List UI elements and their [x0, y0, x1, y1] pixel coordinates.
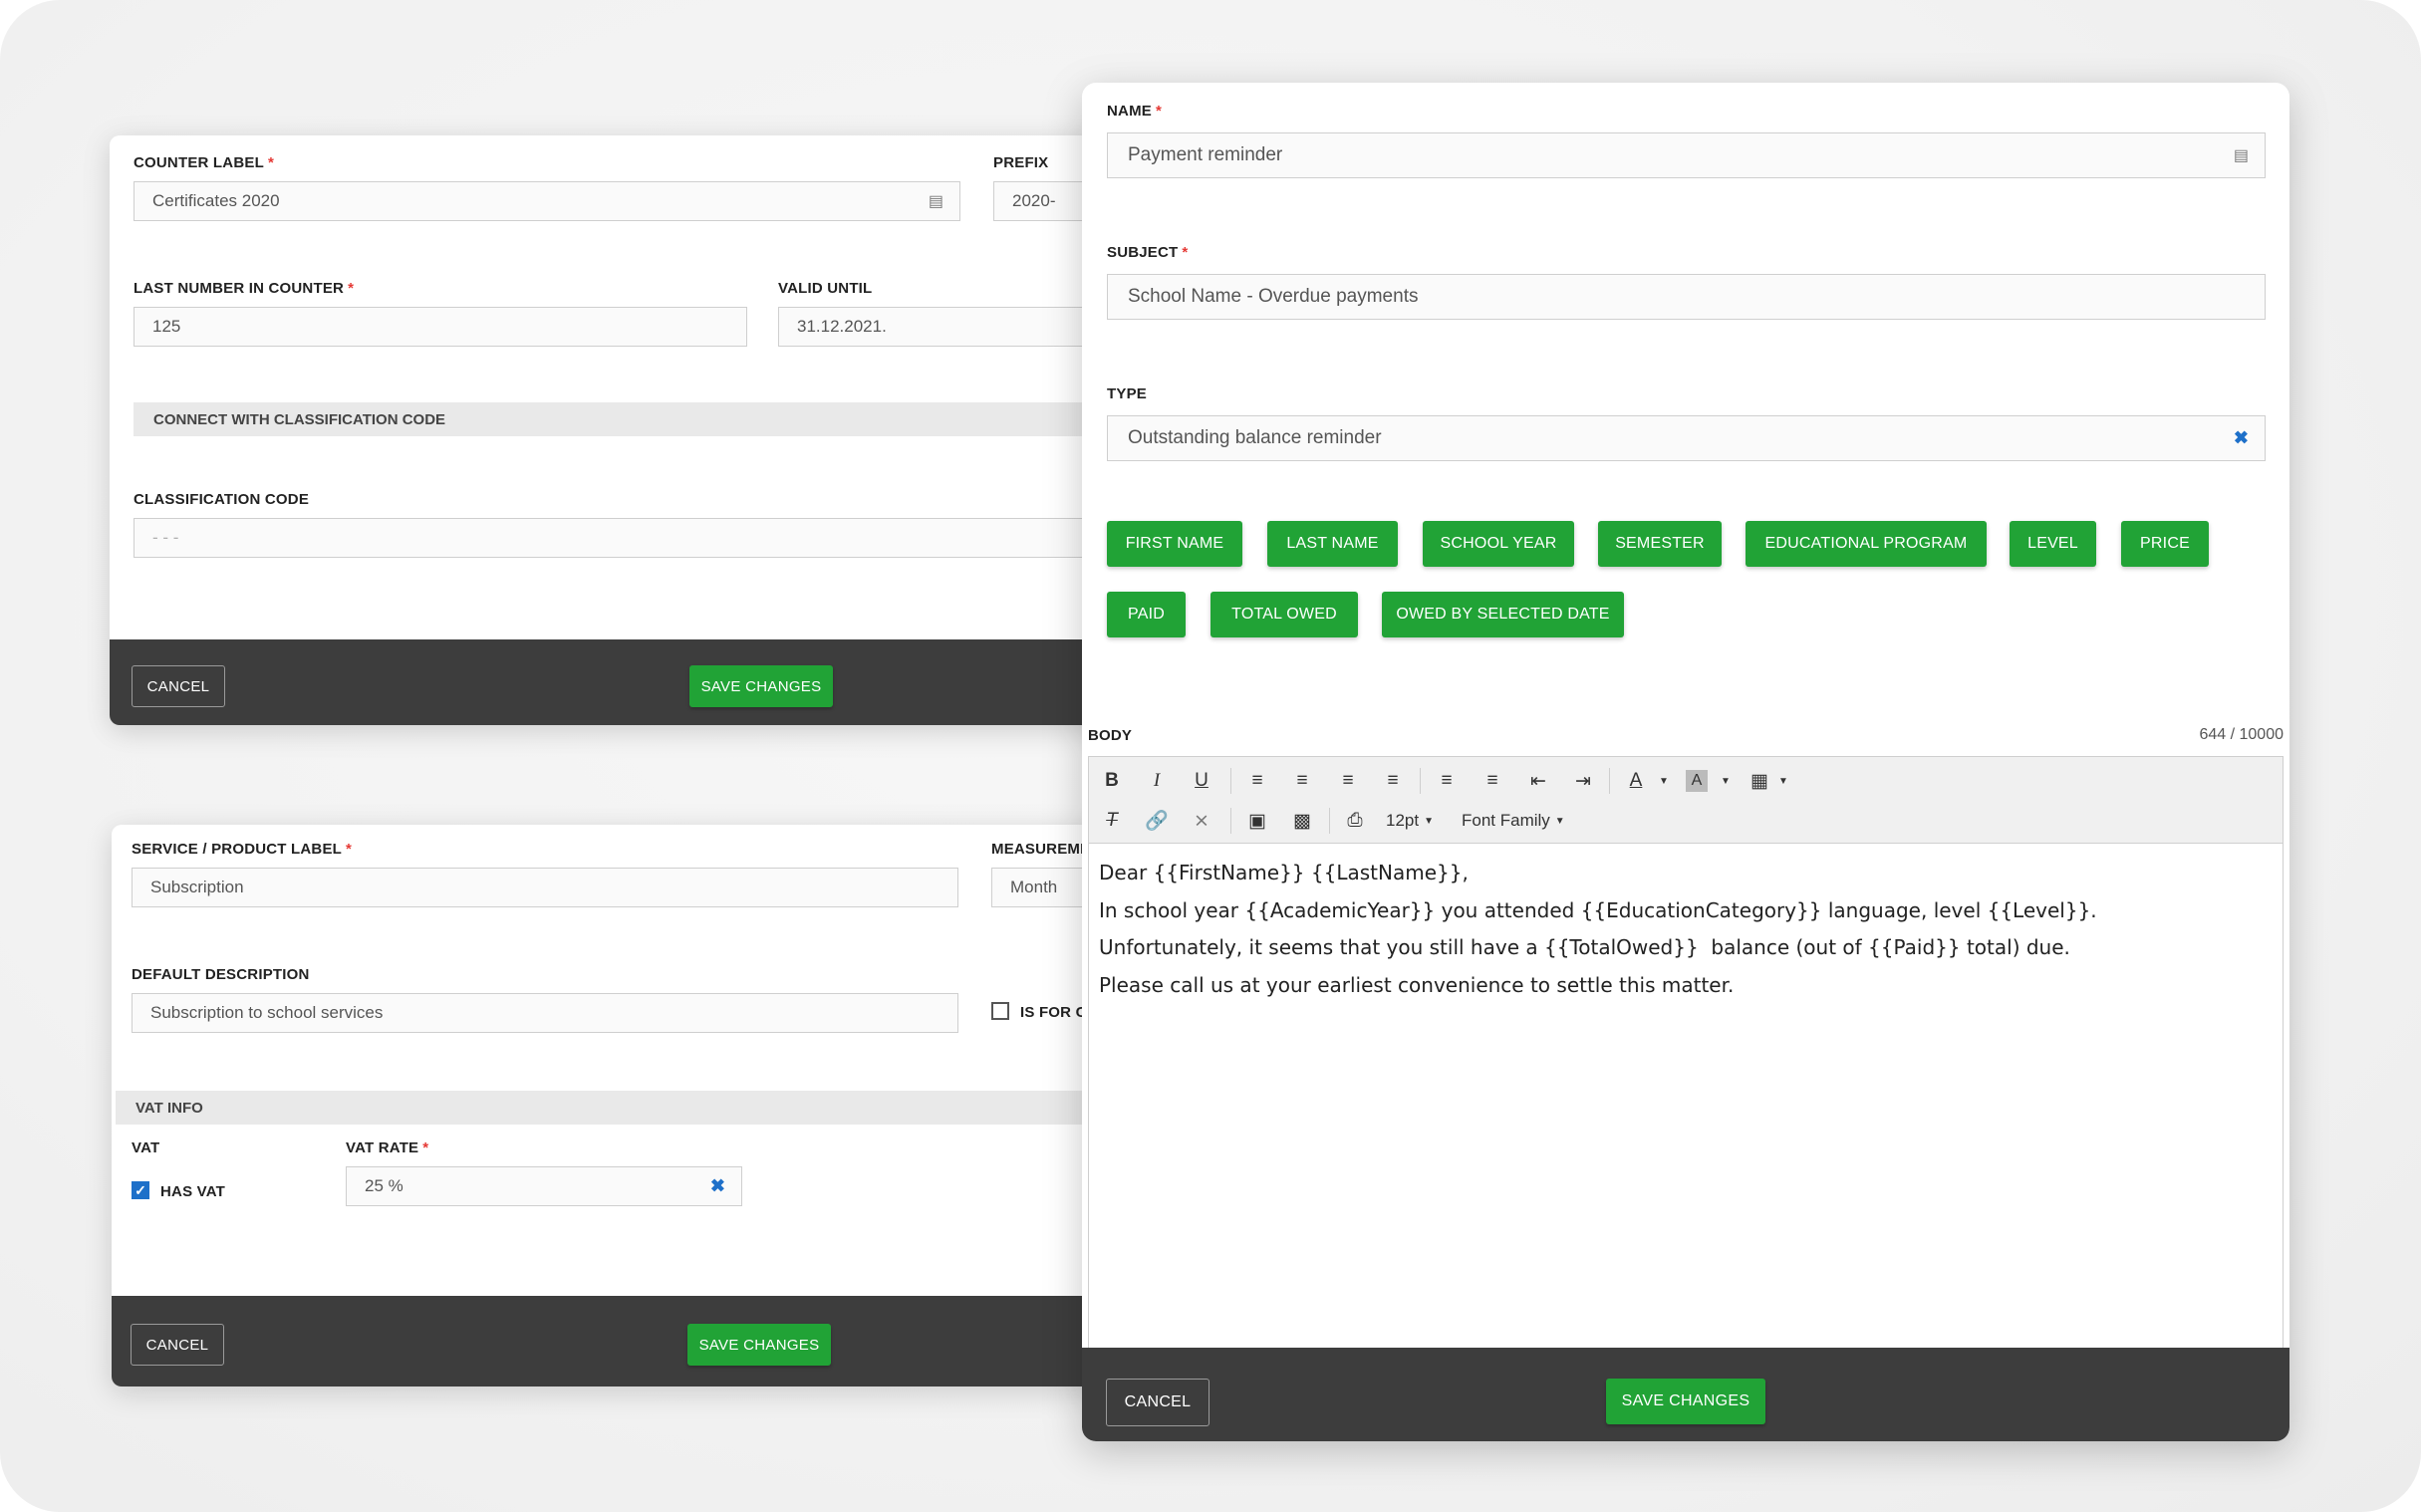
- bold-icon[interactable]: B: [1095, 765, 1129, 797]
- cancel-button[interactable]: CANCEL: [1106, 1379, 1210, 1426]
- rich-text-editor: B I U ≡ ≡ ≡ ≡ ≡ ≡ ⇤ ⇥ A ▼ A ▼ ▦ ▼ T 🔗 ⨯ …: [1088, 756, 2284, 1370]
- product-form-panel: SERVICE / PRODUCT LABEL * Subscription ME…: [112, 825, 1126, 1386]
- toolbar-divider: [1329, 808, 1330, 834]
- last-number-input[interactable]: 125: [134, 307, 747, 347]
- counter-label-input[interactable]: Certificates 2020 ▤: [134, 181, 960, 221]
- font-size-value: 12pt: [1386, 811, 1420, 830]
- product-label-title: SERVICE / PRODUCT LABEL *: [132, 841, 353, 858]
- clear-icon[interactable]: ✖: [2234, 428, 2249, 449]
- toolbar-divider: [1420, 768, 1421, 794]
- counter-form-panel: COUNTER LABEL * Certificates 2020 ▤ PREFI…: [110, 135, 1126, 725]
- editor-content[interactable]: Dear {{FirstName}} {{LastName}}, In scho…: [1099, 855, 2097, 1004]
- vat-label: VAT: [132, 1139, 160, 1156]
- numbered-list-icon[interactable]: ≡: [1476, 765, 1509, 797]
- save-changes-button[interactable]: SAVE CHANGES: [687, 1324, 831, 1366]
- placeholder-chip-paid[interactable]: PAID: [1107, 592, 1186, 637]
- has-vat-checkbox[interactable]: ✓: [132, 1181, 149, 1199]
- placeholder-chip-first-name[interactable]: FIRST NAME: [1107, 521, 1242, 567]
- align-center-icon[interactable]: ≡: [1285, 765, 1319, 797]
- align-right-icon[interactable]: ≡: [1331, 765, 1365, 797]
- subject-label: SUBJECT *: [1107, 244, 1189, 261]
- has-vat-label: HAS VAT: [160, 1183, 226, 1200]
- font-size-dropdown[interactable]: 12pt ▼: [1386, 805, 1434, 837]
- italic-icon[interactable]: I: [1140, 765, 1174, 797]
- body-line: In school year {{AcademicYear}} you atte…: [1099, 897, 2097, 922]
- product-label-input[interactable]: Subscription: [132, 868, 958, 907]
- valid-until-input[interactable]: 31.12.2021.: [778, 307, 1126, 347]
- type-select[interactable]: Outstanding balance reminder ✖: [1107, 415, 2266, 461]
- measurement-label: MEASUREME: [991, 841, 1091, 858]
- classification-code-label: CLASSIFICATION CODE: [134, 491, 310, 508]
- name-label: NAME *: [1107, 103, 1163, 120]
- placeholder-chip-last-name[interactable]: LAST NAME: [1267, 521, 1398, 567]
- placeholder-chip-school-year[interactable]: SCHOOL YEAR: [1423, 521, 1574, 567]
- classification-code-select[interactable]: - - -: [134, 518, 1126, 558]
- subject-input[interactable]: School Name - Overdue payments: [1107, 274, 2266, 320]
- is-for-label: IS FOR C: [1020, 1004, 1087, 1021]
- font-family-dropdown[interactable]: Font Family ▼: [1462, 805, 1565, 837]
- placeholder-chip-educational-program[interactable]: EDUCATIONAL PROGRAM: [1746, 521, 1987, 567]
- caret-down-icon[interactable]: ▼: [1647, 765, 1681, 797]
- editor-toolbar: B I U ≡ ≡ ≡ ≡ ≡ ≡ ⇤ ⇥ A ▼ A ▼ ▦ ▼ T 🔗 ⨯ …: [1089, 757, 2283, 844]
- body-line: Dear {{FirstName}} {{LastName}},: [1099, 861, 1469, 884]
- vat-info-section-header: VAT INFO: [116, 1091, 1126, 1125]
- caret-down-icon: ▼: [1424, 815, 1434, 827]
- card-icon: ▤: [928, 193, 943, 210]
- contact-card-icon: ▤: [2233, 147, 2249, 164]
- name-input[interactable]: Payment reminder ▤: [1107, 132, 2266, 178]
- template-form-panel: NAME * Payment reminder ▤ SUBJECT * School…: [1082, 83, 2289, 1441]
- outdent-icon[interactable]: ⇤: [1521, 765, 1555, 797]
- caret-down-icon[interactable]: ▼: [1766, 765, 1800, 797]
- body-line: Please call us at your earliest convenie…: [1099, 972, 1735, 997]
- placeholder-chip-total-owed[interactable]: TOTAL OWED: [1210, 592, 1358, 637]
- unlink-icon[interactable]: ⨯: [1185, 805, 1218, 837]
- save-changes-button[interactable]: SAVE CHANGES: [1606, 1379, 1765, 1424]
- valid-until-label: VALID UNTIL: [778, 280, 873, 297]
- counter-label-title: COUNTER LABEL *: [134, 154, 274, 171]
- placeholder-chip-semester[interactable]: SEMESTER: [1598, 521, 1722, 567]
- vat-rate-select[interactable]: 25 % ✖: [346, 1166, 742, 1206]
- background-color-icon[interactable]: A: [1686, 770, 1708, 792]
- placeholder-chip-level[interactable]: LEVEL: [2010, 521, 2096, 567]
- is-for-checkbox[interactable]: [991, 1002, 1009, 1020]
- font-family-value: Font Family: [1462, 811, 1550, 830]
- body-label: BODY: [1088, 727, 1133, 744]
- counter-form-footer: CANCEL SAVE CHANGES: [110, 639, 1126, 725]
- save-changes-button[interactable]: SAVE CHANGES: [689, 665, 833, 707]
- underline-icon[interactable]: U: [1185, 765, 1218, 797]
- product-form-footer: CANCEL SAVE CHANGES: [112, 1296, 1126, 1386]
- body-line: Unfortunately, it seems that you still h…: [1099, 935, 2070, 959]
- video-icon[interactable]: ▩: [1285, 805, 1319, 837]
- placeholder-chip-owed-by-selected-date[interactable]: OWED BY SELECTED DATE: [1382, 592, 1624, 637]
- placeholder-chip-price[interactable]: PRICE: [2121, 521, 2209, 567]
- template-form-footer: CANCEL SAVE CHANGES: [1082, 1348, 2289, 1441]
- type-label: TYPE: [1107, 385, 1147, 402]
- link-icon[interactable]: 🔗: [1140, 805, 1174, 837]
- classification-section-header: CONNECT WITH CLASSIFICATION CODE: [134, 402, 1126, 436]
- align-left-icon[interactable]: ≡: [1240, 765, 1274, 797]
- caret-down-icon: ▼: [1554, 815, 1565, 827]
- align-justify-icon[interactable]: ≡: [1376, 765, 1410, 797]
- image-icon[interactable]: ▣: [1240, 805, 1274, 837]
- character-counter: 644 / 10000: [2199, 726, 2284, 743]
- toolbar-divider: [1230, 768, 1231, 794]
- default-description-input[interactable]: Subscription to school services: [132, 993, 958, 1033]
- prefix-label: PREFIX: [993, 154, 1049, 171]
- cancel-button[interactable]: CANCEL: [132, 665, 225, 707]
- toolbar-divider: [1230, 808, 1231, 834]
- cancel-button[interactable]: CANCEL: [131, 1324, 224, 1366]
- clear-formatting-icon[interactable]: T: [1095, 805, 1129, 837]
- print-icon[interactable]: ⎙: [1338, 805, 1372, 837]
- default-description-label: DEFAULT DESCRIPTION: [132, 966, 310, 983]
- bullet-list-icon[interactable]: ≡: [1430, 765, 1464, 797]
- toolbar-divider: [1609, 768, 1610, 794]
- indent-icon[interactable]: ⇥: [1566, 765, 1600, 797]
- clear-icon[interactable]: ✖: [710, 1176, 725, 1197]
- vat-rate-label: VAT RATE *: [346, 1139, 429, 1156]
- caret-down-icon[interactable]: ▼: [1709, 765, 1743, 797]
- last-number-label: LAST NUMBER IN COUNTER *: [134, 280, 355, 297]
